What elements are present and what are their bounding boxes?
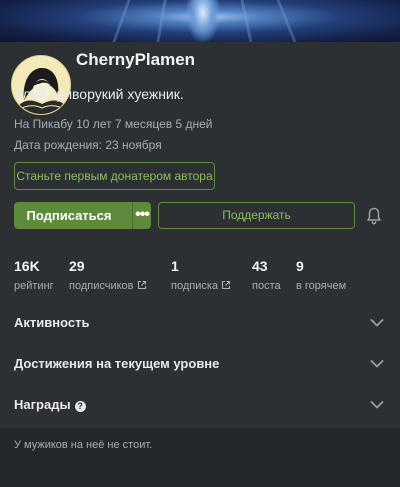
avatar-image xyxy=(12,56,70,114)
profile-tenure: На Пикабу 10 лет 7 месяцев 5 дней xyxy=(14,117,213,131)
banner-ray xyxy=(240,0,253,42)
stat-label-row: подписчиков xyxy=(69,280,147,292)
stat-rating: 16K рейтинг xyxy=(14,258,54,292)
external-link-icon xyxy=(221,280,231,290)
stat-label: подписка xyxy=(171,280,219,292)
avatar[interactable] xyxy=(11,55,71,115)
profile-footer: У мужиков на неё не стоит. xyxy=(0,428,400,487)
support-button[interactable]: Поддержать xyxy=(158,202,355,229)
stat-label-row: подписка xyxy=(171,280,231,292)
section-activity[interactable]: Активность xyxy=(0,303,400,343)
stat-value: 29 xyxy=(69,258,85,274)
stat-value: 16K xyxy=(14,258,40,274)
profile-birthday: Дата рождения: 23 ноября xyxy=(14,138,162,152)
section-title: Активность xyxy=(14,315,90,330)
stat-label: подписчиков xyxy=(69,280,134,292)
chevron-down-icon xyxy=(370,319,384,327)
stat-value: 9 xyxy=(296,258,304,274)
donate-button[interactable]: Станьте первым донатером автора xyxy=(14,162,215,190)
chevron-down-icon xyxy=(370,401,384,409)
stat-label: рейтинг xyxy=(14,280,54,292)
subscribe-button[interactable]: Подписаться xyxy=(14,202,124,229)
stat-label: поста xyxy=(252,280,281,292)
banner-ray xyxy=(156,0,167,42)
chevron-down-icon xyxy=(370,360,384,368)
banner-figure xyxy=(186,0,220,42)
stat-subscribers[interactable]: 29 подписчиков xyxy=(69,258,147,292)
footer-note: У мужиков на неё не стоит. xyxy=(14,439,153,451)
stat-posts: 43 поста xyxy=(252,258,281,292)
profile-bio: Злой криворукий хуежник. xyxy=(14,86,184,102)
section-title: Достижения на текущем уровне xyxy=(14,356,220,371)
stat-hot: 9 в горячем xyxy=(296,258,346,292)
section-achievements[interactable]: Достижения на текущем уровне xyxy=(0,344,400,384)
stat-label: в горячем xyxy=(296,280,347,292)
question-icon[interactable]: ? xyxy=(74,401,86,412)
stat-subscriptions[interactable]: 1 подписка xyxy=(171,258,231,292)
section-title: Награды xyxy=(14,397,71,412)
subscribe-button-group: Подписаться ••• xyxy=(14,202,151,229)
banner-ray xyxy=(276,0,297,42)
external-link-icon xyxy=(137,280,146,290)
stat-value: 43 xyxy=(252,258,268,274)
banner-ray xyxy=(112,0,131,42)
username: ChernyPlamen xyxy=(76,50,196,69)
section-awards[interactable]: Награды? xyxy=(0,385,400,425)
more-options-button[interactable]: ••• xyxy=(133,202,151,229)
stat-value: 1 xyxy=(171,258,179,274)
section-title-row: Награды? xyxy=(14,397,86,412)
profile-banner xyxy=(0,0,400,42)
bell-icon[interactable] xyxy=(366,207,382,225)
